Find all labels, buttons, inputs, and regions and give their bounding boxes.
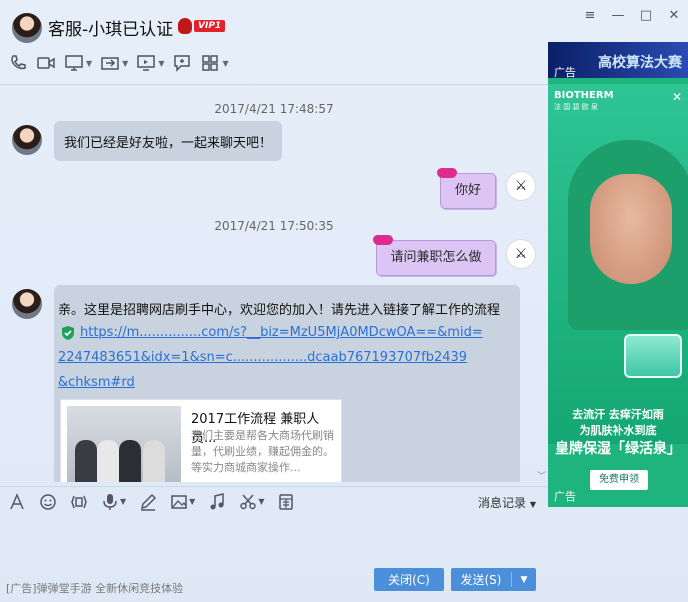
top-toolbar: ▼ ▼ ▼ ▼: [0, 48, 237, 78]
music-button[interactable]: [208, 492, 226, 511]
chevron-down-icon[interactable]: ▼: [158, 59, 164, 68]
message-bubble-self: 你好: [440, 173, 496, 209]
qq-penguin-icon: [178, 18, 192, 34]
apps-icon: [202, 55, 219, 71]
close-window-button[interactable]: ✕: [660, 4, 688, 26]
send-message-button[interactable]: [172, 53, 192, 73]
music-icon: [210, 492, 225, 509]
contact-name: 客服-小琪已认证: [48, 20, 174, 40]
screenshot-button[interactable]: ▼: [239, 493, 264, 511]
pen-icon: [141, 493, 157, 511]
ad-top-title: 高校算法大赛: [598, 55, 682, 71]
file-transfer-button[interactable]: ▼: [100, 53, 128, 73]
screen-share-button[interactable]: ▼: [64, 53, 92, 73]
red-packet-button[interactable]: [277, 493, 295, 511]
menu-button[interactable]: ≡: [576, 4, 604, 26]
message-link[interactable]: 2247483651&idx=1&sn=c..................d…: [58, 350, 467, 365]
close-icon[interactable]: ✕: [672, 90, 682, 104]
message-list[interactable]: 2017/4/21 17:48:57 我们已经是好友啦，一起来聊天吧！ 你好 ⚔…: [0, 84, 548, 482]
scissors-icon: [240, 494, 257, 509]
message-link[interactable]: https://m...............com/s?__biz=MzU5…: [80, 325, 483, 340]
window-controls: ≡ — □ ✕: [576, 4, 688, 26]
ad-slogan: 去流汗 去痒汗如雨 为肌肤补水到底: [572, 408, 664, 437]
timestamp: 2017/4/21 17:48:57: [214, 102, 334, 116]
emoji-icon: [40, 493, 56, 510]
voice-call-button[interactable]: [8, 53, 28, 73]
my-avatar[interactable]: ⚔: [506, 171, 536, 201]
emoji-button[interactable]: [39, 493, 57, 511]
video-call-button[interactable]: [36, 53, 56, 73]
lips-icon: [437, 168, 457, 178]
font-icon: [10, 492, 24, 509]
ad-brand-sub: 法 国 碧 欧 泉: [554, 103, 598, 111]
gif-icon: [71, 495, 87, 508]
ad-hero-image[interactable]: [548, 84, 688, 444]
message-history-button[interactable]: 消息记录 ▼: [478, 494, 536, 511]
model-face: [590, 174, 672, 284]
message-bubble: 我们已经是好友啦，一起来聊天吧！: [54, 121, 282, 161]
voice-icon: [103, 493, 117, 510]
remote-desktop-icon: [137, 55, 156, 71]
vip-badge[interactable]: VIP1: [178, 17, 226, 35]
font-button[interactable]: [8, 492, 26, 511]
timestamp: 2017/4/21 17:50:35: [214, 219, 334, 233]
contact-avatar[interactable]: [12, 125, 42, 155]
chat-window: 客服-小琪已认证 VIP1 ≡ — □ ✕ ▼ ▼ ▼ ▼ 2017/4/21 …: [0, 0, 688, 602]
apps-button[interactable]: ▼: [200, 53, 229, 73]
maximize-button[interactable]: □: [632, 4, 660, 26]
image-button[interactable]: ▼: [170, 493, 195, 511]
send-label: 发送(S): [460, 573, 502, 587]
red-packet-icon: [279, 493, 294, 510]
message-text: 亲。这里是招聘网店刷手中心，欢迎您的加入！请先进入链接了解工作的流程: [58, 303, 501, 318]
chevron-down-icon[interactable]: ▼: [222, 59, 228, 68]
gif-button[interactable]: [70, 493, 88, 511]
phone-icon: [11, 55, 26, 70]
remote-desktop-button[interactable]: ▼: [136, 53, 164, 73]
message-link[interactable]: &chksm#rd: [58, 375, 135, 390]
screen-share-icon: [65, 55, 83, 71]
chevron-down-icon[interactable]: ▼: [120, 497, 126, 506]
footer-ad-link[interactable]: [广告]弹弹堂手游 全新休闲竞技体验: [6, 580, 183, 596]
my-avatar[interactable]: ⚔: [506, 239, 536, 269]
chevron-down-icon[interactable]: ▼: [189, 497, 195, 506]
article-card[interactable]: 2017工作流程 兼职人员... 我们主要是帮各大商场代刷销量，代刷业绩，赚起佣…: [60, 399, 342, 482]
vip-level: VIP1: [194, 20, 226, 32]
video-icon: [37, 57, 55, 69]
chevron-down-icon[interactable]: ▼: [512, 575, 536, 585]
chevron-down-icon: ▼: [529, 500, 536, 509]
chevron-down-icon[interactable]: ▼: [122, 59, 128, 68]
message-bubble-self: 请问兼职怎么做: [376, 240, 496, 276]
ad-panel[interactable]: 高校算法大赛 广告 BIOTHERM 法 国 碧 欧 泉 ✕ 去流汗 去痒汗如雨…: [548, 42, 688, 507]
minimize-button[interactable]: —: [604, 4, 632, 26]
shield-check-icon: [60, 325, 76, 341]
send-button[interactable]: 发送(S) ▼: [451, 568, 536, 591]
contact-avatar[interactable]: [12, 289, 42, 319]
lips-icon: [373, 235, 393, 245]
voice-button[interactable]: ▼: [101, 493, 126, 511]
whiteboard-icon: [174, 55, 191, 72]
product-jar: [624, 334, 682, 378]
ad-cta-button[interactable]: 免费申领: [590, 470, 648, 490]
message-input[interactable]: [0, 517, 548, 565]
pen-button[interactable]: [139, 493, 157, 511]
scroll-down-icon[interactable]: ﹀: [537, 469, 546, 482]
close-button[interactable]: 关闭(C): [374, 568, 444, 591]
ad-brand: BIOTHERM: [554, 90, 614, 101]
input-toolbar: ▼ ▼ ▼ 消息记录 ▼: [0, 486, 548, 516]
article-thumbnail: [67, 406, 181, 482]
transfer-file-icon: [101, 57, 119, 70]
history-label: 消息记录: [478, 496, 527, 510]
article-description: 我们主要是帮各大商场代刷销量，代刷业绩，赚起佣金的。等实力商城商家操作...: [191, 429, 334, 474]
chevron-down-icon[interactable]: ▼: [86, 59, 92, 68]
image-icon: [171, 494, 187, 509]
ad-headline: 皇牌保湿「绿活泉」: [555, 441, 681, 457]
title-bar: 客服-小琪已认证 VIP1 ≡ — □ ✕: [0, 0, 688, 44]
contact-avatar[interactable]: [12, 13, 42, 43]
ad-label: 广告: [554, 66, 576, 79]
ad-label: 广告: [554, 490, 576, 503]
chevron-down-icon[interactable]: ▼: [258, 497, 264, 506]
